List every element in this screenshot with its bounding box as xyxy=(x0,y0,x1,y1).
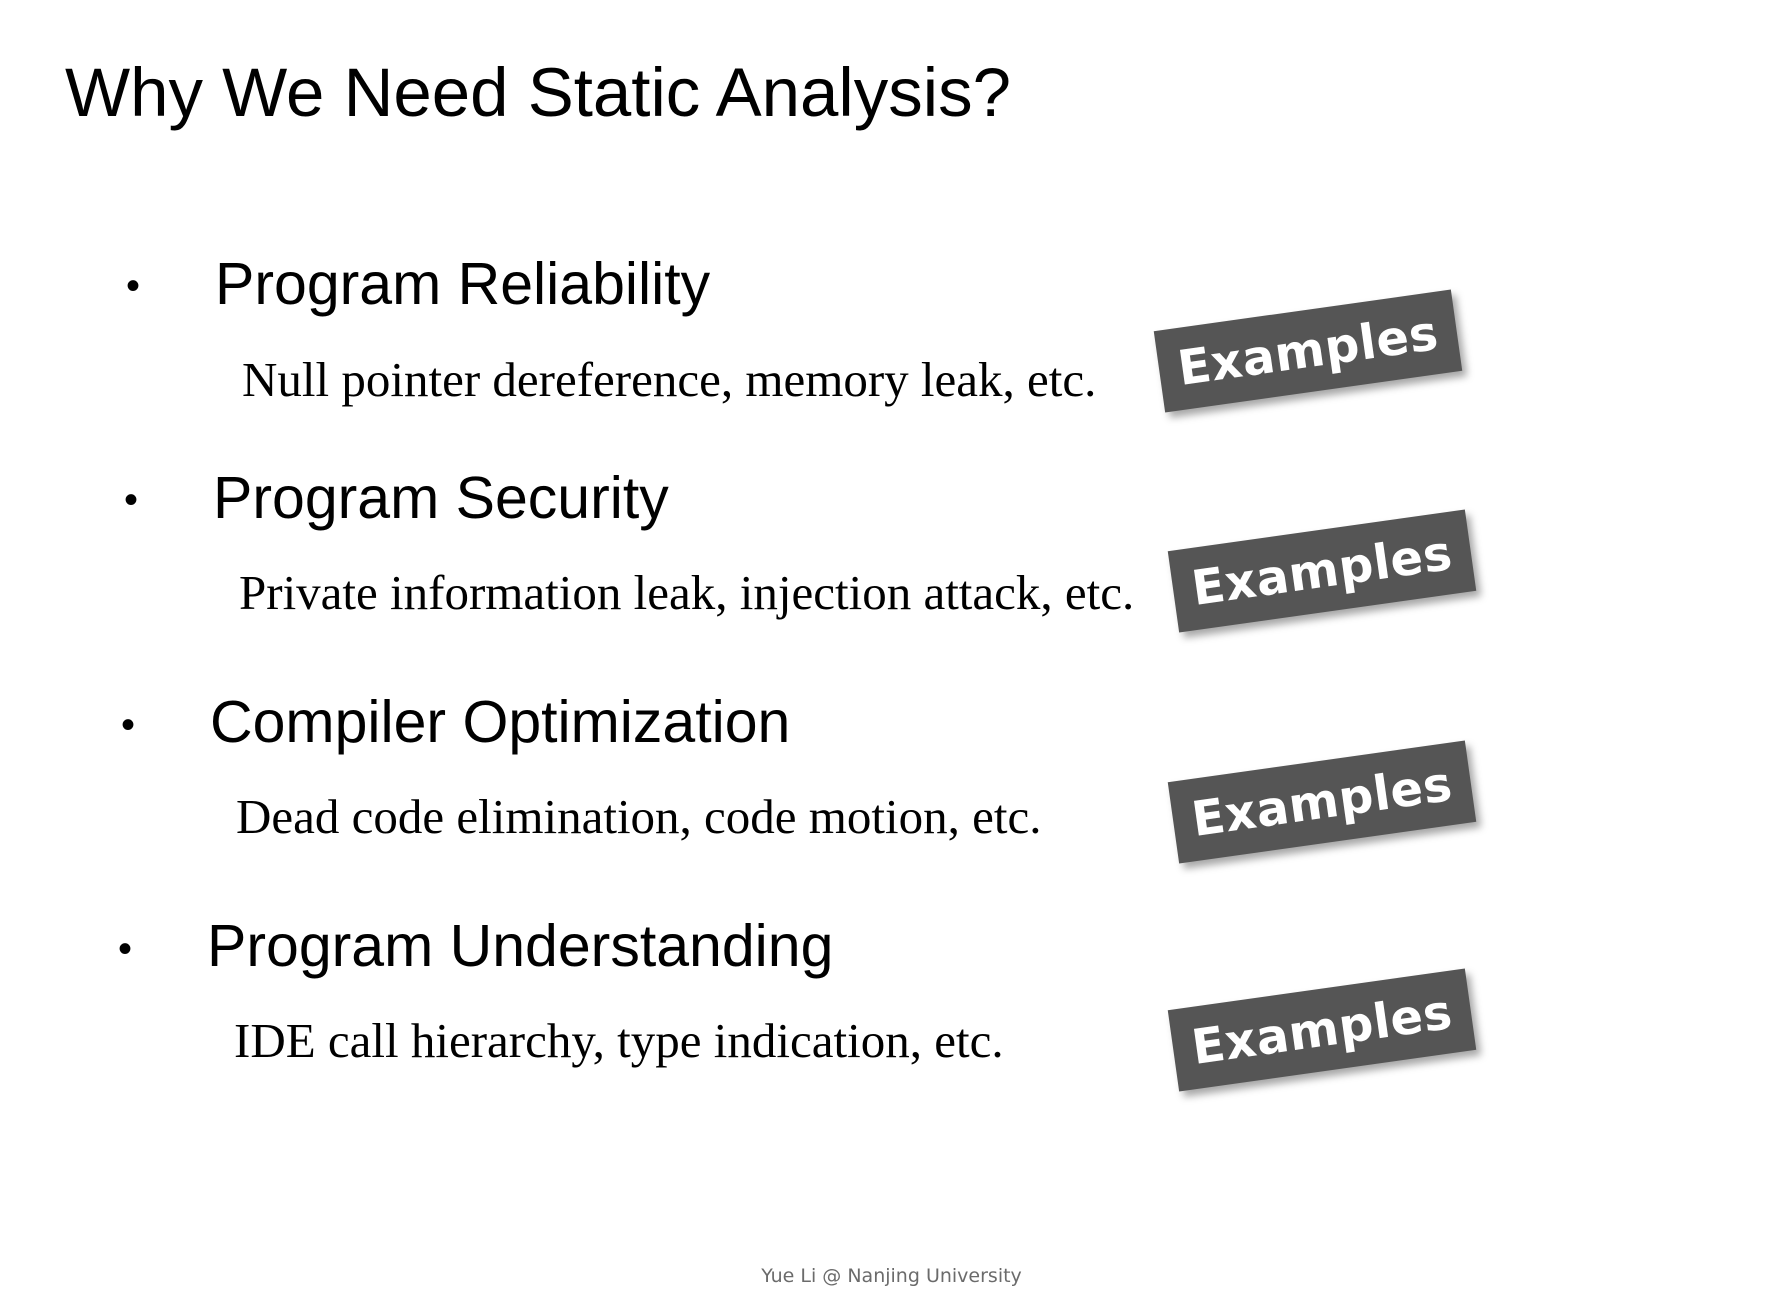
bullet-icon: • xyxy=(124,478,139,522)
item-description-understanding: IDE call hierarchy, type indication, etc… xyxy=(234,1013,1004,1068)
item-heading-understanding: Program Understanding xyxy=(207,913,834,979)
item-heading-optimization: Compiler Optimization xyxy=(210,689,791,755)
bullet-icon: • xyxy=(118,927,133,971)
item-description-reliability: Null pointer dereference, memory leak, e… xyxy=(242,352,1097,407)
bullet-icon: • xyxy=(126,264,141,308)
item-description-optimization: Dead code elimination, code motion, etc. xyxy=(236,789,1042,844)
footer-credit: Yue Li @ Nanjing University xyxy=(761,1265,1022,1287)
examples-button-security[interactable]: Examples xyxy=(1167,509,1477,633)
examples-button-understanding[interactable]: Examples xyxy=(1167,968,1477,1092)
examples-button-optimization[interactable]: Examples xyxy=(1167,740,1477,864)
examples-button-reliability[interactable]: Examples xyxy=(1153,289,1463,413)
item-description-security: Private information leak, injection atta… xyxy=(239,565,1135,620)
bullet-icon: • xyxy=(121,703,136,747)
slide: Why We Need Static Analysis? • Program R… xyxy=(0,0,1783,1292)
item-heading-security: Program Security xyxy=(213,465,669,531)
slide-title: Why We Need Static Analysis? xyxy=(65,54,1011,131)
item-heading-reliability: Program Reliability xyxy=(215,251,711,317)
